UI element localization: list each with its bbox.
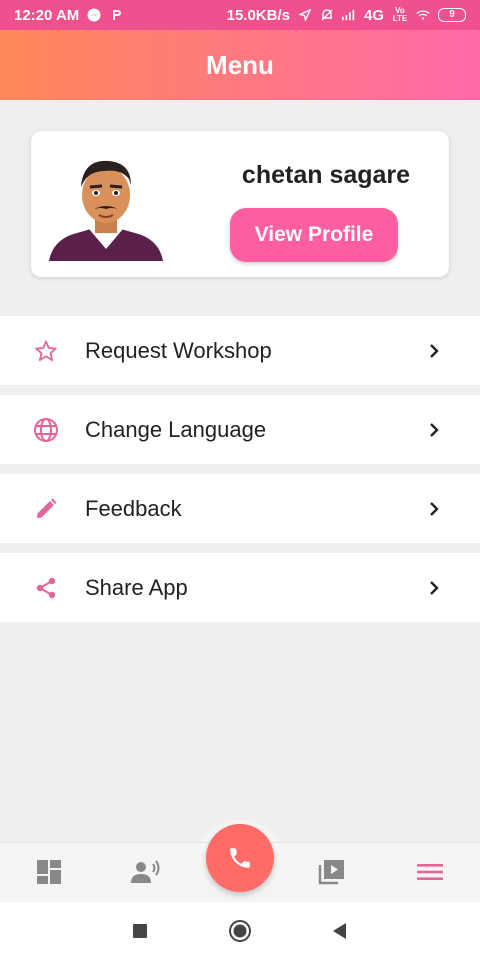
messenger-icon — [87, 8, 101, 22]
paytm-icon — [109, 8, 123, 22]
menu-item-feedback[interactable]: Feedback — [0, 474, 480, 543]
status-right: 15.0KB/s 4G Vo LTE 9 — [227, 7, 466, 24]
profile-name: chetan sagare — [241, 161, 411, 189]
menu-item-label: Feedback — [85, 495, 182, 521]
menu-item-label: Change Language — [85, 416, 267, 442]
chevron-right-icon — [424, 341, 444, 361]
menu-item-label: Request Workshop — [85, 337, 272, 363]
voice-icon[interactable] — [130, 856, 162, 888]
menu-item-label: Share App — [85, 574, 188, 600]
avatar — [47, 153, 165, 263]
home-icon[interactable] — [228, 919, 252, 943]
network-type: 4G — [363, 6, 384, 24]
view-profile-button[interactable]: View Profile — [230, 208, 398, 262]
star-outline-icon — [32, 337, 60, 365]
wifi-icon — [416, 8, 430, 22]
page-title: Menu — [206, 49, 274, 80]
profile-card: chetan sagare View Profile — [31, 131, 449, 277]
chevron-right-icon — [424, 578, 444, 598]
menu-item-change-language[interactable]: Change Language — [0, 395, 480, 464]
volte-indicator: Vo LTE — [392, 6, 408, 23]
status-time: 12:20 AM — [14, 6, 80, 24]
battery-indicator: 9 — [438, 8, 466, 22]
mute-icon — [320, 8, 334, 22]
phone-icon — [227, 845, 253, 871]
menu-item-request-workshop[interactable]: Request Workshop — [0, 316, 480, 385]
status-bar: 12:20 AM 15.0KB/s 4G Vo LTE 9 — [0, 0, 480, 30]
globe-icon — [32, 416, 60, 444]
app-header: Menu — [0, 30, 480, 100]
chevron-right-icon — [424, 499, 444, 519]
video-library-icon[interactable] — [316, 856, 348, 888]
menu-item-share-app[interactable]: Share App — [0, 553, 480, 622]
dashboard-icon[interactable] — [33, 856, 65, 888]
recents-icon[interactable] — [128, 919, 152, 943]
status-left: 12:20 AM — [14, 7, 123, 24]
location-icon — [298, 8, 312, 22]
signal-icon — [341, 8, 356, 22]
network-speed: 15.0KB/s — [226, 6, 290, 24]
call-button[interactable] — [206, 824, 274, 892]
menu-icon[interactable] — [414, 856, 446, 888]
pencil-icon — [32, 495, 60, 523]
chevron-right-icon — [424, 420, 444, 440]
back-icon[interactable] — [327, 919, 351, 943]
share-icon — [32, 574, 60, 602]
